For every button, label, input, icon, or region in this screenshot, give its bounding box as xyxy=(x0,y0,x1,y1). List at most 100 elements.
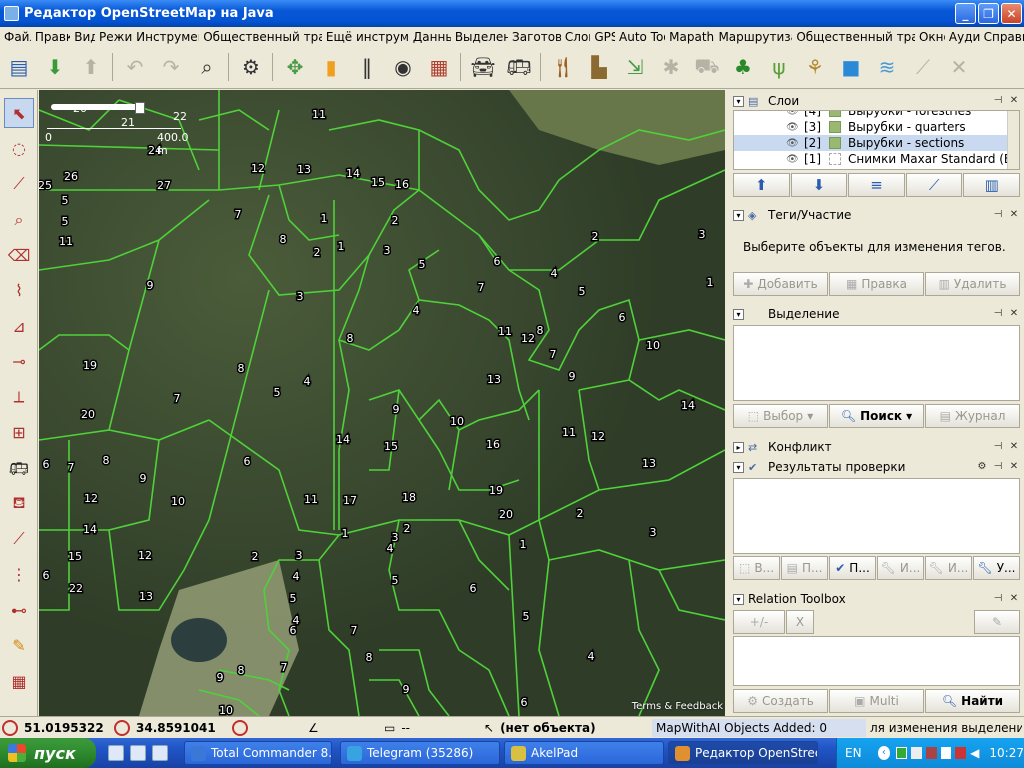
section-label[interactable]: 6 xyxy=(519,695,529,711)
section-label[interactable]: 5 xyxy=(577,284,587,300)
menu-item[interactable]: Слои xyxy=(561,30,590,44)
close-icon[interactable]: ✕ xyxy=(1008,209,1020,221)
section-label[interactable]: 17 xyxy=(342,493,359,509)
traffic-light-button[interactable]: ◉ xyxy=(386,50,420,84)
tag-edit-button[interactable]: ▦ Правка xyxy=(829,272,924,296)
tag-delete-button[interactable]: ▥ Удалить xyxy=(925,272,1020,296)
grid-tool[interactable]: ▦ xyxy=(4,666,34,696)
section-label[interactable]: 3 xyxy=(648,525,658,541)
section-label[interactable]: 16 xyxy=(394,177,411,193)
section-label[interactable]: 15 xyxy=(67,549,84,565)
pin-icon[interactable]: ⊣ xyxy=(992,308,1004,320)
collapse-icon[interactable]: ▾ xyxy=(733,461,744,473)
section-label[interactable]: 5 xyxy=(521,609,531,625)
section-label[interactable]: 2 xyxy=(312,245,322,261)
section-label[interactable]: 5 xyxy=(272,385,282,401)
tools-button[interactable]: ✱ xyxy=(654,50,688,84)
layers-panel-header[interactable]: ▾ ▤ Слои ⊣ ✕ xyxy=(731,92,1022,110)
section-label[interactable]: 7 xyxy=(233,207,243,223)
pencil-tool[interactable]: ✎ xyxy=(4,631,34,661)
layer-row[interactable]: 👁︎ [4] Вырубки - forestries xyxy=(734,111,1009,119)
section-label[interactable]: 7 xyxy=(66,460,76,476)
section-label[interactable]: 13 xyxy=(138,589,155,605)
section-label[interactable]: 9 xyxy=(391,402,401,418)
pin-icon[interactable]: ⊣ xyxy=(992,95,1004,107)
validation-button[interactable]: 🔧︎ И... xyxy=(877,556,924,580)
pin-icon[interactable]: ⊣ xyxy=(992,461,1004,473)
map-canvas[interactable]: 112412 13 1415 16252627557 1 22 311 812 35 649 17 5… xyxy=(39,90,725,716)
zoom-tool[interactable]: ⌕ xyxy=(4,205,34,235)
section-label[interactable]: 4 xyxy=(411,303,421,319)
menu-item[interactable]: Вид xyxy=(70,30,95,44)
relation-remove-button[interactable]: X xyxy=(786,610,814,634)
section-label[interactable]: 9 xyxy=(138,471,148,487)
section-label[interactable]: 2 xyxy=(390,213,400,229)
car-button[interactable]: 🚘︎ xyxy=(466,50,500,84)
validation-button[interactable]: 🔧︎ У... xyxy=(973,556,1020,580)
section-label[interactable]: 8 xyxy=(278,232,288,248)
section-label[interactable]: 3 xyxy=(697,227,707,243)
anchor-tool[interactable]: ⊷ xyxy=(4,595,34,625)
section-label[interactable]: 13 xyxy=(641,456,658,472)
activate-button[interactable]: ⟋ xyxy=(905,173,963,197)
merge-button[interactable]: ≡ xyxy=(848,173,905,197)
move-down-button[interactable]: ⬇ xyxy=(790,173,848,197)
section-label[interactable]: 1 xyxy=(705,275,715,291)
relation-toolbox-header[interactable]: ▾ Relation Toolbox ⊣ ✕ xyxy=(731,590,1022,608)
rail-button[interactable]: ‖ xyxy=(350,50,384,84)
close-icon[interactable]: ✕ xyxy=(1008,441,1020,453)
tags-panel-header[interactable]: ▾ ◈ Теги/Участие ⊣ ✕ xyxy=(731,206,1022,224)
section-label[interactable]: 7 xyxy=(172,391,182,407)
section-label[interactable]: 19 xyxy=(488,483,505,499)
aerialway-button[interactable]: ⟋ xyxy=(906,50,940,84)
close-icon[interactable]: ✕ xyxy=(1008,593,1020,605)
section-label[interactable]: 18 xyxy=(401,490,418,506)
menu-item[interactable]: Правка xyxy=(31,30,70,44)
relation-edit-button[interactable]: ✎ xyxy=(974,610,1020,634)
close-button[interactable]: ✕ xyxy=(1001,3,1022,24)
section-label[interactable]: 1 xyxy=(336,239,346,255)
section-label[interactable]: 27 xyxy=(156,178,173,194)
section-label[interactable]: 12 xyxy=(590,429,607,445)
validation-button[interactable]: ▤ П... xyxy=(781,556,828,580)
redo-button[interactable]: ↷ xyxy=(154,50,188,84)
section-label[interactable]: 5 xyxy=(390,573,400,589)
imagery-attribution[interactable]: Terms & Feedback xyxy=(632,701,723,712)
expand-icon[interactable]: ▸ xyxy=(733,441,744,453)
conflict-panel-header[interactable]: ▸ ⇄ Конфликт ⊣ ✕ xyxy=(731,438,1022,456)
collapse-icon[interactable]: ▾ xyxy=(733,308,744,320)
extrude-tool[interactable]: ⟂ xyxy=(4,382,34,412)
menu-item[interactable]: Режим xyxy=(95,30,132,44)
section-label[interactable]: 12 xyxy=(250,161,267,177)
quicklaunch-icon[interactable] xyxy=(108,745,124,761)
section-label[interactable]: 6 xyxy=(492,254,502,270)
section-label[interactable]: 2 xyxy=(575,506,585,522)
section-label[interactable]: 8 xyxy=(345,331,355,347)
section-label[interactable]: 22 xyxy=(68,581,85,597)
water-button[interactable]: ■ xyxy=(834,50,868,84)
improve-way-tool[interactable]: ⌇ xyxy=(4,276,34,306)
search-button[interactable]: 🔍︎ Поиск ▾ xyxy=(829,404,924,428)
section-label[interactable]: 7 xyxy=(548,347,558,363)
restaurant-button[interactable]: 🍴︎ xyxy=(546,50,580,84)
section-label[interactable]: 7 xyxy=(476,280,486,296)
delete-layer-button[interactable]: ▥ xyxy=(963,173,1020,197)
validation-button[interactable]: ⬚ В... xyxy=(733,556,780,580)
taskbar-button[interactable]: Telegram (35286) xyxy=(340,741,500,765)
preferences-button[interactable]: ⚙ xyxy=(234,50,268,84)
validation-button[interactable]: ✔ П... xyxy=(829,556,876,580)
parallel-tool[interactable]: ⊿ xyxy=(4,311,34,341)
section-label[interactable]: 11 xyxy=(561,425,578,441)
draw-tool[interactable]: ⟋ xyxy=(4,169,34,199)
section-label[interactable]: 9 xyxy=(401,682,411,698)
start-button[interactable]: пуск xyxy=(0,738,96,768)
section-label[interactable]: 5 xyxy=(288,591,298,607)
visibility-icon[interactable]: 👁︎ xyxy=(786,111,799,117)
section-label[interactable]: 3 xyxy=(382,243,392,259)
menu-item[interactable]: Справка xyxy=(980,30,1024,44)
forest-button[interactable]: ♣ xyxy=(726,50,760,84)
select-tool[interactable]: ⬉ xyxy=(4,98,34,128)
section-label[interactable]: 8 xyxy=(535,323,545,339)
selection-panel-header[interactable]: ▾ Выделение ⊣ ✕ xyxy=(731,305,1022,323)
split-tool[interactable]: ⊸ xyxy=(4,347,34,377)
